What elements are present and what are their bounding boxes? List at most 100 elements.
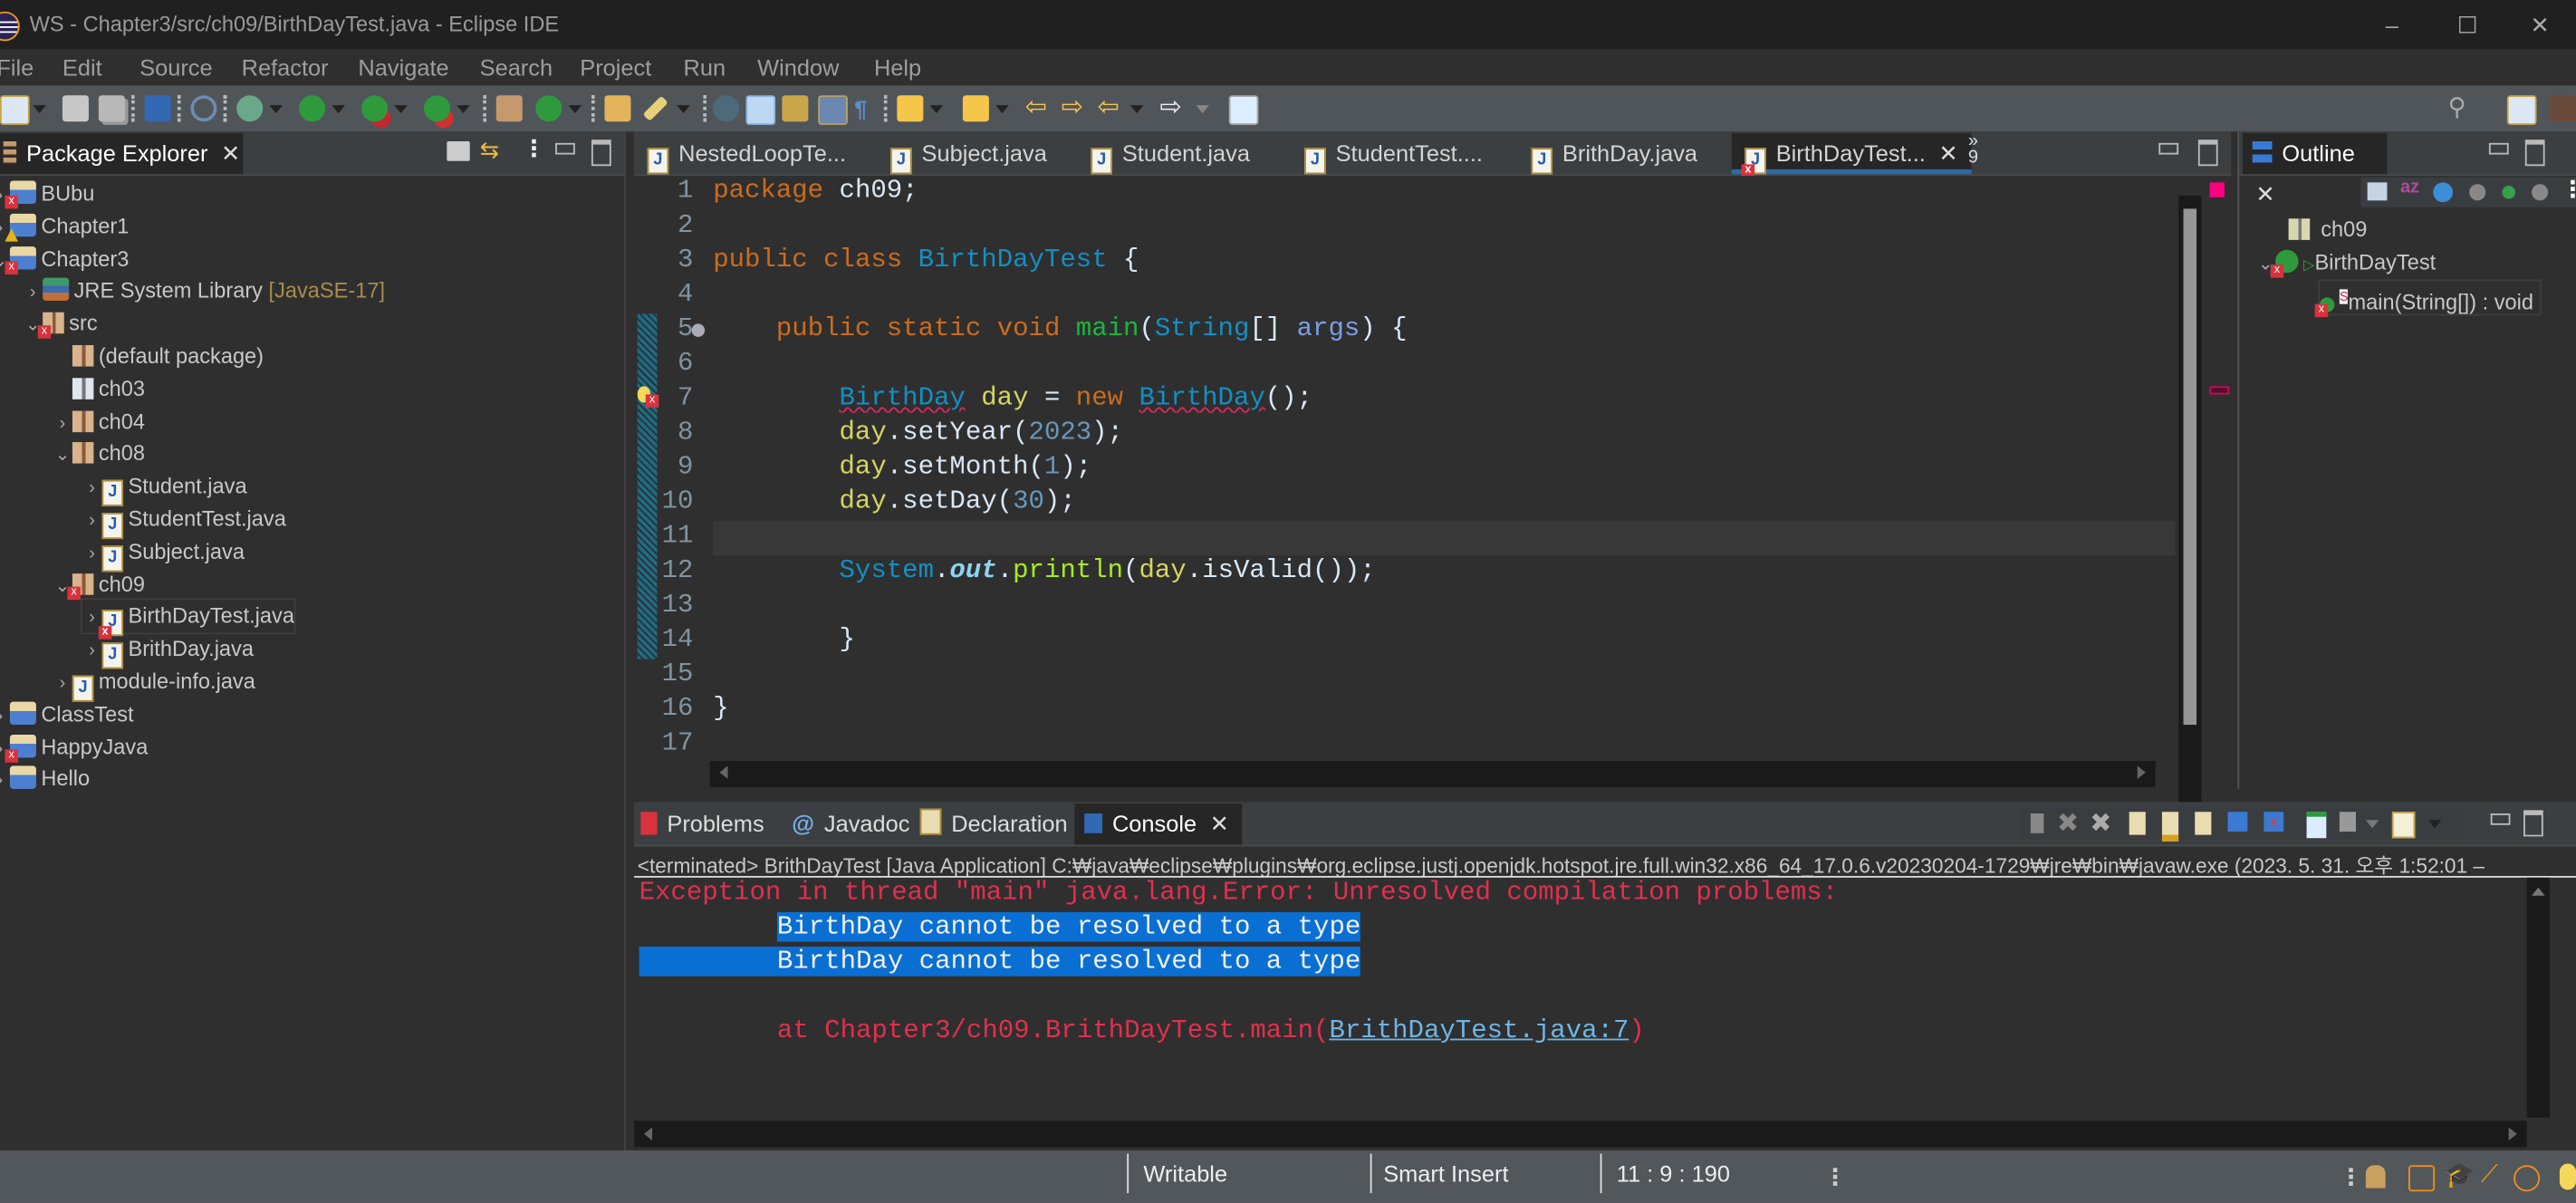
forward-edit-icon[interactable]: ⇨ bbox=[1062, 94, 1088, 121]
tree-item[interactable]: › J StudentTest.java bbox=[82, 503, 286, 540]
tree-item[interactable]: › ClassTest bbox=[0, 698, 134, 731]
status-cursor-position[interactable]: 11 : 9 : 190 bbox=[1617, 1160, 1730, 1187]
display-console-dropdown-icon[interactable] bbox=[2365, 820, 2379, 829]
open-perspective-icon[interactable] bbox=[2506, 95, 2537, 125]
prev-annotation-icon[interactable] bbox=[962, 95, 989, 122]
run-dropdown-icon[interactable] bbox=[332, 105, 345, 114]
maximize-view-icon[interactable] bbox=[591, 140, 611, 167]
scroll-left-icon[interactable] bbox=[644, 1127, 653, 1141]
horizontal-scrollbar[interactable] bbox=[709, 760, 2156, 788]
collapse-all-icon[interactable] bbox=[447, 141, 470, 161]
link-with-editor-icon[interactable]: ⇆ bbox=[480, 137, 499, 165]
tab-problems[interactable]: Problems bbox=[640, 804, 764, 844]
console-horizontal-scrollbar[interactable] bbox=[634, 1121, 2527, 1148]
debug-dropdown-icon[interactable] bbox=[269, 105, 283, 114]
editor-tab[interactable]: J NestedLoopTe... bbox=[647, 133, 846, 175]
next-annotation-dropdown-icon[interactable] bbox=[929, 105, 944, 114]
remove-all-icon[interactable]: ✖ bbox=[2090, 807, 2111, 840]
menu-source[interactable]: Source bbox=[139, 54, 212, 81]
save-icon[interactable] bbox=[62, 95, 89, 122]
word-wrap-icon[interactable] bbox=[2195, 812, 2212, 835]
close-button[interactable]: ✕ bbox=[2507, 6, 2573, 43]
open-task-icon[interactable] bbox=[713, 95, 740, 122]
menu-navigate[interactable]: Navigate bbox=[358, 54, 448, 81]
menu-run[interactable]: Run bbox=[684, 54, 726, 81]
view-menu-icon[interactable]: ⋮ bbox=[2562, 176, 2576, 204]
tree-item[interactable]: › JRE System Library [JavaSE-17] bbox=[23, 275, 385, 308]
samples-wand-icon[interactable]: ⟋ bbox=[2481, 1160, 2498, 1189]
vertical-scrollbar[interactable] bbox=[2178, 195, 2202, 821]
skip-breakpoints-icon[interactable] bbox=[190, 95, 217, 122]
tutorial-icon[interactable]: 🎓 bbox=[2445, 1160, 2475, 1190]
scroll-lock-icon[interactable] bbox=[2161, 812, 2179, 842]
search-tool-icon[interactable] bbox=[642, 95, 668, 121]
tree-item[interactable]: ›xHappyJava bbox=[0, 731, 148, 764]
code-editor[interactable]: x 1 2 3 4 5 6 7 8 9 10 11 12 13 14 15 16 17 package ch09… bbox=[634, 176, 2179, 788]
chevron-right-icon[interactable]: › bbox=[82, 505, 102, 537]
minimize-view-icon[interactable] bbox=[555, 142, 575, 155]
tab-console[interactable]: Console ✕ bbox=[1074, 804, 1243, 845]
java-perspective-icon[interactable] bbox=[2550, 95, 2576, 122]
minimize-button[interactable]: – bbox=[2360, 6, 2426, 43]
terminate-icon[interactable] bbox=[2030, 813, 2044, 833]
chevron-right-icon[interactable]: › bbox=[82, 537, 102, 570]
hide-fields-icon[interactable] bbox=[2433, 182, 2454, 203]
tab-package-explorer[interactable]: Package Explorer ✕ bbox=[0, 132, 244, 175]
outline-item-method[interactable]: x Smain(String[]) : void bbox=[2314, 279, 2542, 318]
open-type-icon[interactable] bbox=[604, 95, 631, 122]
hide-local-types-icon[interactable] bbox=[2532, 184, 2549, 201]
tree-item[interactable]: ⌄ ch08 bbox=[53, 438, 145, 470]
minimize-view-icon[interactable] bbox=[2490, 813, 2511, 825]
tree-item[interactable]: ch03 bbox=[53, 372, 145, 405]
display-console-icon[interactable] bbox=[2339, 812, 2356, 832]
editor-tab[interactable]: J Subject.java bbox=[890, 133, 1047, 175]
scroll-right-icon[interactable] bbox=[2137, 765, 2146, 779]
sort-icon[interactable]: az bbox=[2400, 178, 2419, 197]
prev-annotation-dropdown-icon[interactable] bbox=[995, 105, 1009, 114]
outline-item-package[interactable]: ch09 bbox=[2288, 214, 2367, 246]
error-overview-marker[interactable] bbox=[2209, 386, 2230, 395]
tree-item[interactable]: ›xBUbu bbox=[0, 178, 94, 210]
tab-overflow-button[interactable]: » 9 bbox=[1968, 132, 1978, 167]
scroll-left-icon[interactable] bbox=[719, 765, 728, 779]
view-menu-icon[interactable]: ⋮ bbox=[523, 135, 545, 163]
tree-item[interactable]: ⌄ x src bbox=[23, 308, 98, 341]
tree-item[interactable]: › J Subject.java bbox=[82, 535, 245, 572]
next-annotation-icon[interactable] bbox=[897, 95, 924, 122]
maximize-view-icon[interactable] bbox=[2524, 140, 2545, 167]
status-insert-mode[interactable]: Smart Insert bbox=[1383, 1160, 1508, 1187]
external-tools-dropdown-icon[interactable] bbox=[457, 105, 470, 114]
tree-item[interactable]: (default package) bbox=[53, 341, 264, 373]
new-dropdown-icon[interactable] bbox=[33, 105, 46, 114]
menu-edit[interactable]: Edit bbox=[62, 54, 102, 81]
pin-editor-icon[interactable] bbox=[1228, 95, 1259, 125]
scroll-up-icon[interactable] bbox=[2532, 887, 2545, 896]
minimize-view-icon[interactable] bbox=[2488, 142, 2509, 155]
editor-tab[interactable]: J StudentTest.... bbox=[1304, 133, 1483, 175]
error-summary-marker[interactable] bbox=[2209, 182, 2225, 197]
minimize-view-icon[interactable] bbox=[2158, 142, 2179, 155]
whats-new-icon[interactable] bbox=[2514, 1165, 2541, 1192]
tree-item[interactable]: › Jx BirthDayTest.java bbox=[80, 599, 296, 640]
chevron-right-icon[interactable]: › bbox=[82, 472, 102, 505]
tip-bulb-icon[interactable] bbox=[2559, 1163, 2576, 1190]
chevron-right-icon[interactable]: › bbox=[23, 276, 43, 309]
tree-item[interactable]: ⌄xChapter3 bbox=[0, 243, 129, 275]
outline-item-class[interactable]: ⌄ x ▷BirthDayTest bbox=[2255, 246, 2436, 279]
tab-declaration[interactable]: Declaration bbox=[919, 804, 1068, 844]
scroll-right-icon[interactable] bbox=[2508, 1127, 2517, 1141]
menu-help[interactable]: Help bbox=[874, 54, 921, 81]
back-icon[interactable]: ⇦ bbox=[1098, 94, 1124, 121]
tab-javadoc[interactable]: @ Javadoc bbox=[792, 804, 909, 844]
tree-item[interactable]: ›Chapter1 bbox=[0, 210, 129, 243]
hide-nonpublic-icon[interactable] bbox=[2502, 186, 2515, 199]
coverage-dropdown-icon[interactable] bbox=[394, 105, 408, 114]
block-selection-icon[interactable] bbox=[818, 95, 848, 125]
chevron-right-icon[interactable]: › bbox=[82, 635, 102, 668]
stacktrace-link[interactable]: BrithDayTest.java:7 bbox=[1329, 1015, 1629, 1045]
close-icon[interactable]: ✕ bbox=[221, 133, 240, 174]
menu-file[interactable]: File bbox=[0, 54, 34, 81]
forward-dropdown-icon[interactable] bbox=[1196, 105, 1209, 114]
show-whitespace-icon[interactable]: ¶ bbox=[854, 95, 880, 121]
menu-window[interactable]: Window bbox=[757, 54, 839, 81]
